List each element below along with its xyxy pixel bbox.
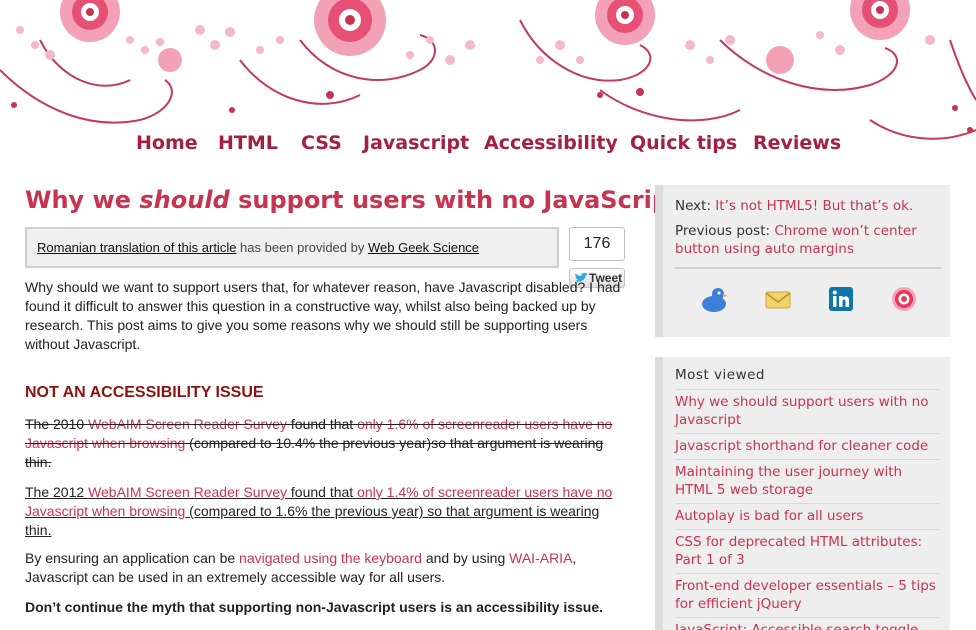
linkedin-icon[interactable] [826,284,856,314]
most-viewed-list: Why we should support users with no Java… [675,389,939,630]
text-segment: The 2010 [25,416,89,432]
nav-css[interactable]: CSS [301,132,342,154]
previous-post: Previous post: Chrome won’t center butto… [675,222,945,258]
nav-home[interactable]: Home [136,132,198,154]
myth-paragraph: Don’t continue the myth that supporting … [25,599,604,615]
translation-note-text: has been provided by [236,240,368,255]
translation-provider-link[interactable]: Web Geek Science [368,240,479,255]
delicious-duck-icon[interactable] [699,284,729,314]
sidebar-most-viewed: Most viewed Why we should support users … [655,357,950,630]
most-viewed-item[interactable]: Maintaining the user journey with HTML 5… [675,459,939,503]
nav-reviews[interactable]: Reviews [753,132,841,154]
paragraph-keyboard: By ensuring an application can be naviga… [25,549,625,587]
email-icon[interactable] [763,284,793,314]
webaim-2012-link[interactable]: WebAIM Screen Reader Survey [88,484,287,500]
nav-html[interactable]: HTML [218,132,278,154]
most-viewed-item[interactable]: CSS for deprecated HTML attributes: Part… [675,529,939,573]
translation-link[interactable]: Romanian translation of this article [37,240,236,255]
nav-javascript[interactable]: Javascript [363,132,469,154]
most-viewed-item[interactable]: JavaScript: Accessible search toggle [675,617,939,630]
paragraph-2012-survey: The 2012 WebAIM Screen Reader Survey fou… [25,483,625,540]
wai-aria-link[interactable]: WAI-ARIA [509,550,572,566]
most-viewed-item[interactable]: Autoplay is bad for all users [675,503,939,529]
nav-quick-tips[interactable]: Quick tips [630,132,737,154]
text-segment: found that [287,416,358,432]
text-segment: found that [287,484,358,500]
intro-paragraph: Why should we want to support users that… [25,279,621,352]
text-segment: By ensuring an application can be [25,550,240,566]
most-viewed-item[interactable]: Front-end developer essentials – 5 tips … [675,573,939,617]
post-title-start: Why we [25,186,140,214]
post-title-end: support users with no JavaScript [229,186,681,214]
text-segment: The 2012 [25,484,89,500]
next-post-label: Next: [675,198,716,214]
next-post-link[interactable]: It’s not HTML5! But that’s ok. [715,198,913,214]
keyboard-navigation-link[interactable]: navigated using the keyboard [239,550,422,566]
translation-note: Romanian translation of this article has… [25,227,559,268]
sidebar-divider [675,267,941,269]
most-viewed-title: Most viewed [675,367,765,383]
post-title-emphasis: should [139,186,230,214]
post-title: Why we should support users with no Java… [25,186,681,214]
most-viewed-item[interactable]: Javascript shorthand for cleaner code [675,433,939,459]
nav-accessibility[interactable]: Accessibility [484,132,618,154]
paragraph-2010-survey: The 2010 WebAIM Screen Reader Survey fou… [25,415,625,472]
target-icon[interactable] [889,284,919,314]
next-post: Next: It’s not HTML5! But that’s ok. [675,197,945,215]
previous-post-label: Previous post: [675,223,775,239]
text-segment: and by using [421,550,510,566]
tweet-count: 176 [569,227,625,261]
sidebar-post-nav: Next: It’s not HTML5! But that’s ok. Pre… [655,185,950,337]
webaim-2010-link[interactable]: WebAIM Screen Reader Survey [88,416,287,432]
most-viewed-item[interactable]: Why we should support users with no Java… [675,389,939,433]
section-heading: NOT AN ACCESSIBILITY ISSUE [25,384,264,401]
main-nav: Home HTML CSS Javascript Accessibility Q… [0,132,976,158]
